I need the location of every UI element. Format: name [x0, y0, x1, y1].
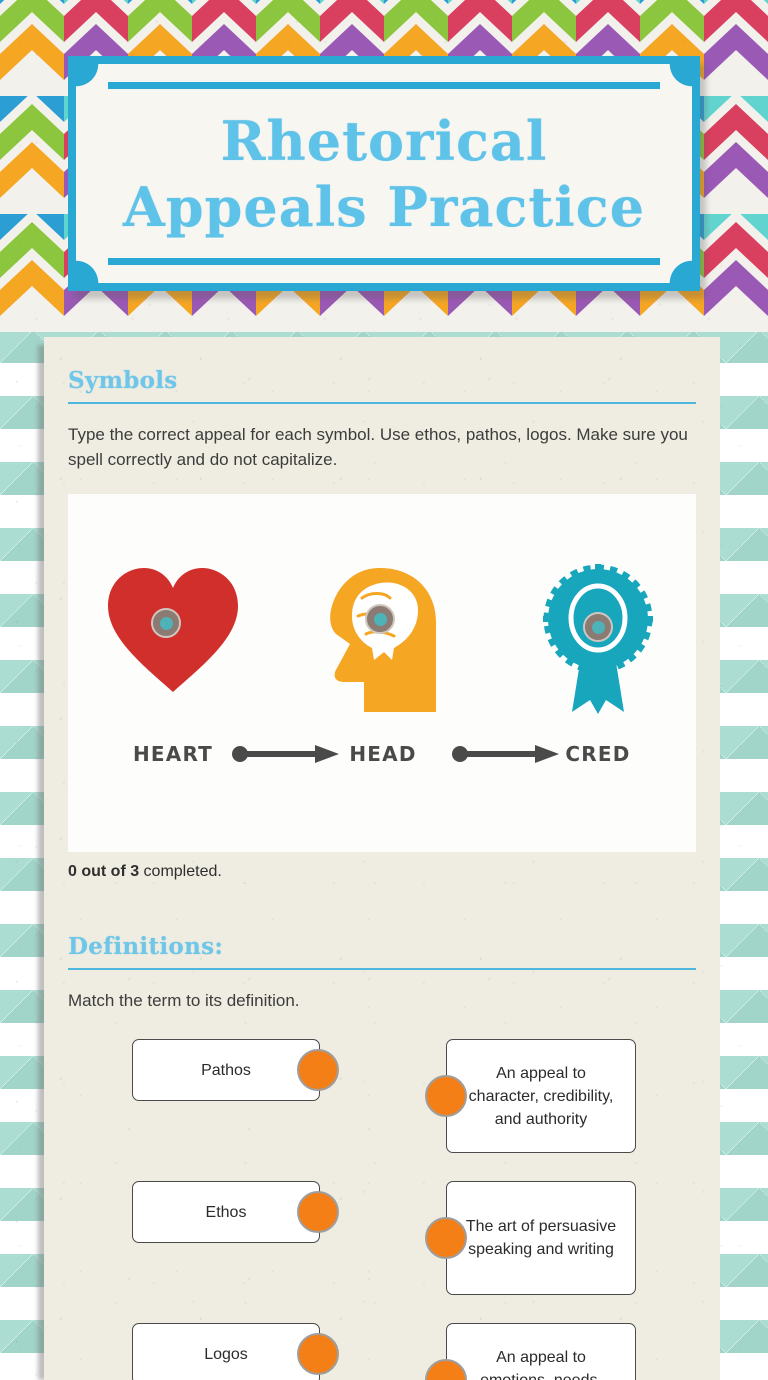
term-card-logos[interactable]: Logos — [132, 1323, 339, 1380]
definition-card-emotions[interactable]: An appeal to emotions, needs, senses, an… — [425, 1323, 636, 1380]
title-banner: Rhetorical Appeals Practice — [68, 56, 706, 299]
definition-text: The art of persuasive speaking and writi… — [465, 1218, 617, 1258]
progress-count: 0 out of 3 — [68, 863, 140, 880]
page-title-line-1: Rhetorical — [220, 109, 548, 173]
connector-dot-definition-character[interactable] — [425, 1075, 467, 1117]
award-ribbon-icon — [523, 564, 673, 714]
symbol-item-head: HEAD — [308, 564, 458, 766]
heart-icon — [98, 564, 248, 714]
term-column: Pathos Ethos Logos — [132, 1039, 339, 1380]
progress-suffix: completed. — [139, 863, 222, 880]
definitions-instructions: Match the term to its definition. — [68, 991, 300, 1010]
symbols-image-card: HEART HEAD CRED — [68, 494, 696, 852]
term-card-pathos[interactable]: Pathos — [132, 1039, 339, 1101]
arrow-right-icon-1 — [231, 744, 341, 764]
drop-target-marker-heart[interactable] — [151, 608, 181, 638]
definitions-section-divider — [68, 968, 696, 970]
matching-exercise: Pathos Ethos Logos An appeal to characte… — [68, 1039, 696, 1380]
content-panel: Symbols Type the correct appeal for each… — [44, 337, 720, 1380]
definitions-section-heading: Definitions: — [68, 933, 224, 960]
symbols-section-divider — [68, 402, 696, 404]
symbol-label-heart: HEART — [132, 742, 214, 766]
term-label: Logos — [204, 1345, 248, 1363]
page-title: Rhetorical Appeals Practice — [76, 108, 692, 240]
term-label: Ethos — [205, 1203, 247, 1221]
connector-dot-term-ethos[interactable] — [297, 1191, 339, 1233]
connector-dot-term-pathos[interactable] — [297, 1049, 339, 1091]
page-title-line-2: Appeals Practice — [122, 175, 646, 239]
arrow-right-icon-2 — [451, 744, 561, 764]
symbol-item-heart: HEART — [98, 564, 248, 766]
term-label: Pathos — [201, 1061, 251, 1079]
definition-card-character[interactable]: An appeal to character, credibility, and… — [425, 1039, 636, 1153]
definition-card-persuasive[interactable]: The art of persuasive speaking and writi… — [425, 1181, 636, 1295]
term-card-ethos[interactable]: Ethos — [132, 1181, 339, 1243]
banner-bottom-rule — [108, 258, 660, 265]
connector-dot-definition-emotions[interactable] — [425, 1359, 467, 1380]
head-brain-icon — [308, 564, 458, 714]
banner-top-rule — [108, 82, 660, 89]
definition-text: An appeal to emotions, needs, senses, an… — [480, 1348, 602, 1380]
drop-target-marker-head[interactable] — [365, 604, 395, 634]
symbols-section-heading: Symbols — [68, 367, 178, 394]
progress-status: 0 out of 3 completed. — [68, 863, 696, 881]
worksheet-page: Rhetorical Appeals Practice Symbols Type… — [0, 0, 768, 1380]
definition-column: An appeal to character, credibility, and… — [425, 1039, 636, 1380]
connector-dot-term-logos[interactable] — [297, 1333, 339, 1375]
symbol-item-cred: CRED — [523, 564, 673, 766]
connector-dot-definition-persuasive[interactable] — [425, 1217, 467, 1259]
definition-text: An appeal to character, credibility, and… — [468, 1064, 614, 1128]
symbols-instructions: Type the correct appeal for each symbol.… — [68, 425, 688, 469]
drop-target-marker-cred[interactable] — [583, 612, 613, 642]
